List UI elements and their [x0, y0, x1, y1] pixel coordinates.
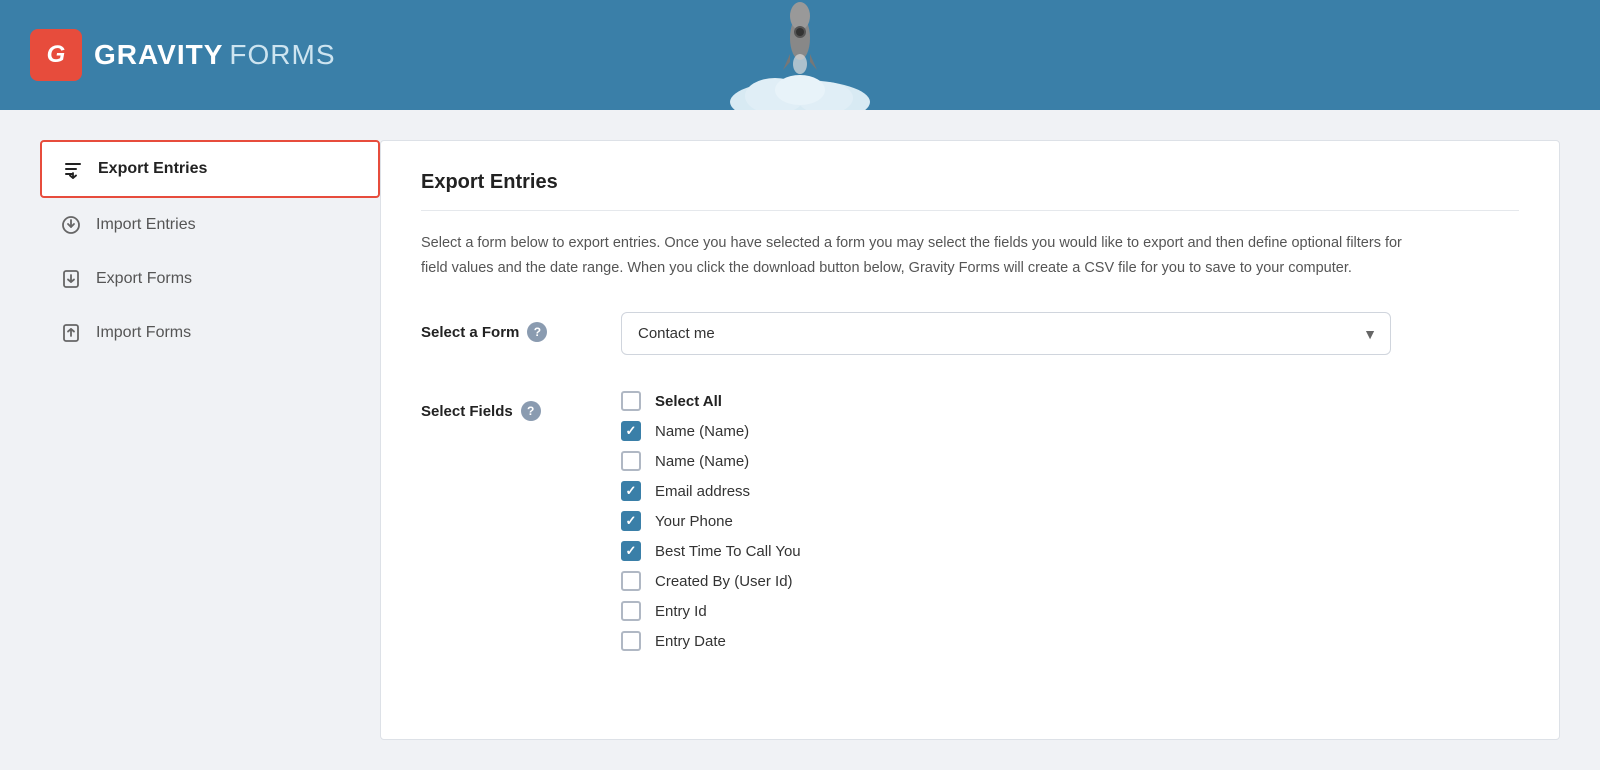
sidebar: Export Entries Import Entries Export — [40, 140, 380, 740]
field-label-best-time: Best Time To Call You — [655, 543, 801, 560]
page-title: Export Entries — [421, 171, 1519, 211]
checkbox-list: Select All Name (Name) Name (Name) — [621, 391, 1519, 651]
logo-icon: G — [30, 29, 82, 81]
select-form-label: Select a Form ? — [421, 312, 581, 342]
sidebar-label-import-entries: Import Entries — [96, 216, 196, 234]
form-help-icon[interactable]: ? — [527, 322, 547, 342]
main-wrapper: Export Entries Import Entries Export — [20, 110, 1580, 770]
select-all-label: Select All — [655, 393, 722, 410]
field-label-entry-date: Entry Date — [655, 633, 726, 650]
field-label-phone: Your Phone — [655, 513, 733, 530]
form-select[interactable]: Contact me — [621, 312, 1391, 355]
cloud-icon — [720, 70, 880, 110]
checkbox-entry-id[interactable] — [621, 601, 641, 621]
fields-control-area: Select All Name (Name) Name (Name) — [621, 391, 1519, 651]
logo-text: GRAVITY FORMS — [94, 39, 336, 71]
sidebar-label-export-forms: Export Forms — [96, 270, 192, 288]
sidebar-label-import-forms: Import Forms — [96, 324, 191, 342]
fields-help-icon[interactable]: ? — [521, 401, 541, 421]
checkbox-name-2[interactable] — [621, 451, 641, 471]
select-fields-row: Select Fields ? Select All Name (Name) — [421, 391, 1519, 651]
checkbox-created-by[interactable] — [621, 571, 641, 591]
select-fields-label: Select Fields ? — [421, 391, 581, 421]
checkbox-row-name-2: Name (Name) — [621, 451, 1519, 471]
field-label-entry-id: Entry Id — [655, 603, 707, 620]
logo-area: G GRAVITY FORMS — [30, 29, 336, 81]
checkbox-entry-date[interactable] — [621, 631, 641, 651]
field-label-email: Email address — [655, 483, 750, 500]
sidebar-item-import-entries[interactable]: Import Entries — [40, 198, 380, 252]
export-forms-icon — [60, 268, 82, 290]
import-forms-icon — [60, 322, 82, 344]
import-entries-icon — [60, 214, 82, 236]
field-label-name-1: Name (Name) — [655, 423, 749, 440]
checkbox-email[interactable] — [621, 481, 641, 501]
checkbox-row-name-1: Name (Name) — [621, 421, 1519, 441]
select-form-row: Select a Form ? Contact me ▼ — [421, 312, 1519, 355]
checkbox-row-select-all: Select All — [621, 391, 1519, 411]
form-select-wrapper: Contact me ▼ — [621, 312, 1391, 355]
export-entries-icon — [62, 158, 84, 180]
checkbox-row-phone: Your Phone — [621, 511, 1519, 531]
app-header: G GRAVITY FORMS — [0, 0, 1600, 110]
checkbox-row-email: Email address — [621, 481, 1519, 501]
checkbox-row-entry-id: Entry Id — [621, 601, 1519, 621]
logo-forms: FORMS — [229, 39, 335, 71]
checkbox-row-entry-date: Entry Date — [621, 631, 1519, 651]
checkbox-phone[interactable] — [621, 511, 641, 531]
sidebar-item-export-forms[interactable]: Export Forms — [40, 252, 380, 306]
checkbox-row-best-time: Best Time To Call You — [621, 541, 1519, 561]
sidebar-label-export-entries: Export Entries — [98, 160, 207, 178]
content-area: Export Entries Select a form below to ex… — [380, 140, 1560, 740]
checkbox-select-all[interactable] — [621, 391, 641, 411]
rocket-illustration — [720, 0, 880, 110]
field-label-name-2: Name (Name) — [655, 453, 749, 470]
page-description: Select a form below to export entries. O… — [421, 231, 1421, 280]
checkbox-row-created-by: Created By (User Id) — [621, 571, 1519, 591]
sidebar-item-export-entries[interactable]: Export Entries — [40, 140, 380, 198]
sidebar-item-import-forms[interactable]: Import Forms — [40, 306, 380, 360]
checkbox-name-1[interactable] — [621, 421, 641, 441]
rocket-icon — [775, 0, 825, 80]
logo-gravity: GRAVITY — [94, 39, 223, 71]
field-label-created-by: Created By (User Id) — [655, 573, 793, 590]
form-select-area: Contact me ▼ — [621, 312, 1519, 355]
checkbox-best-time[interactable] — [621, 541, 641, 561]
